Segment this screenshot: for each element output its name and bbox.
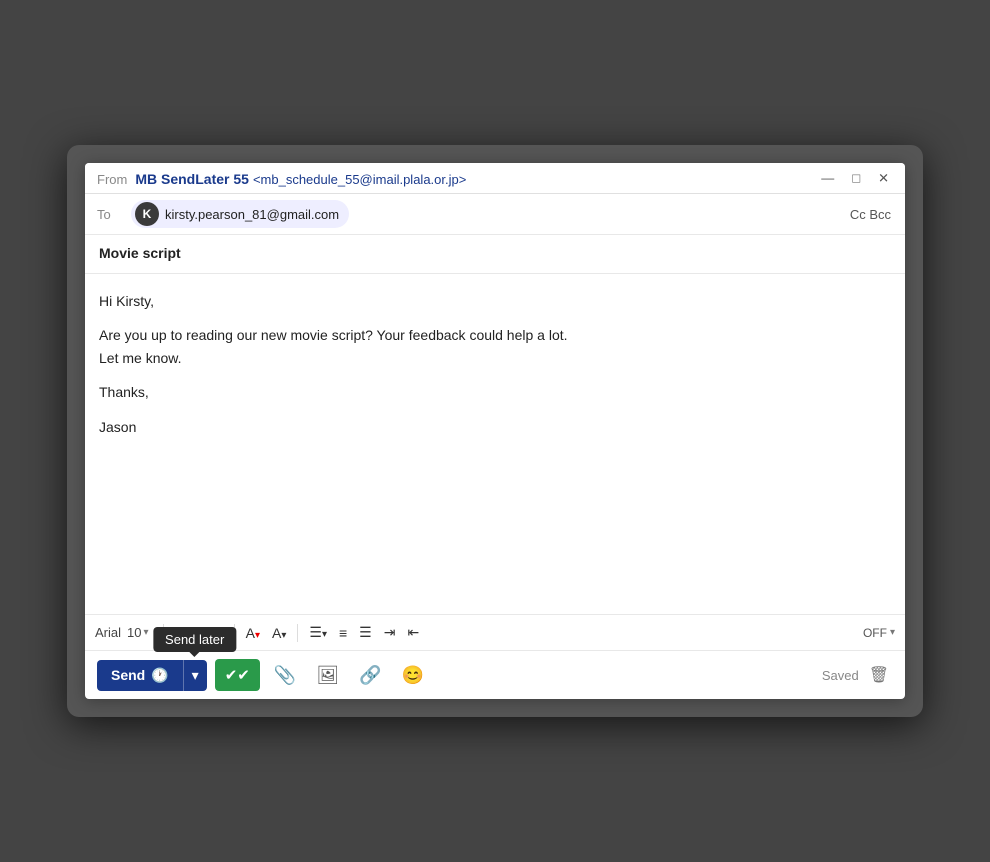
font-size-selector[interactable]: 10 ▾ xyxy=(127,625,149,640)
sender-name: MB SendLater 55 xyxy=(135,171,249,187)
saved-status: Saved 🗑 xyxy=(822,661,893,689)
title-bar: From MB SendLater 55 <mb_schedule_55@ima… xyxy=(85,163,905,194)
to-label: To xyxy=(97,207,121,222)
font-size-chevron: ▾ xyxy=(143,627,148,638)
link-button[interactable]: 🔗 xyxy=(353,661,387,690)
compose-window: From MB SendLater 55 <mb_schedule_55@ima… xyxy=(85,163,905,699)
emoji-button[interactable]: 😊 xyxy=(396,661,430,690)
image-button[interactable]: 🖼 xyxy=(310,661,345,690)
font-color-button[interactable]: A▾ xyxy=(241,622,265,644)
ordered-list-button[interactable]: ≡ xyxy=(334,622,352,644)
bold-button[interactable]: B xyxy=(170,622,190,644)
send-later-container: ▾ Send later xyxy=(183,660,207,691)
close-button[interactable]: ✕ xyxy=(874,170,893,187)
from-label: From xyxy=(97,172,127,187)
font-name: Arial xyxy=(95,625,121,640)
bottom-bar: Send 🕐 ▾ Send later ✔✔ 📎 🖼 🔗 😊 Saved 🗑 xyxy=(85,650,905,699)
body-signature: Jason xyxy=(99,416,891,438)
outdent-button[interactable]: ⇤ xyxy=(402,621,424,644)
font-size-value: 10 xyxy=(127,625,141,640)
delete-button[interactable]: 🗑 xyxy=(865,661,893,689)
italic-button[interactable]: I xyxy=(192,622,206,644)
body-greeting: Hi Kirsty, xyxy=(99,290,891,312)
avatar: K xyxy=(135,202,159,226)
email-body[interactable]: Hi Kirsty, Are you up to reading our new… xyxy=(85,274,905,614)
recipient-email: kirsty.pearson_81@gmail.com xyxy=(165,207,339,222)
underline-button[interactable]: U xyxy=(208,622,228,644)
body-line2: Let me know. xyxy=(99,350,182,366)
cc-bcc-button[interactable]: Cc Bcc xyxy=(850,207,891,222)
maximize-button[interactable]: □ xyxy=(848,170,864,187)
off-toggle[interactable]: OFF ▾ xyxy=(863,626,895,640)
body-closing: Thanks, xyxy=(99,381,891,403)
subject-row: Movie script xyxy=(85,235,905,274)
unordered-list-button[interactable]: ☰ xyxy=(354,621,377,644)
off-label: OFF xyxy=(863,626,887,640)
window-controls: — □ ✕ xyxy=(817,170,893,187)
double-check-button[interactable]: ✔✔ xyxy=(215,659,260,691)
separator-2 xyxy=(234,624,235,642)
attach-button[interactable]: 📎 xyxy=(268,661,302,690)
send-button[interactable]: Send 🕐 xyxy=(97,660,183,691)
formatting-toolbar: Arial 10 ▾ B I U A▾ A▾ ☰▾ ≡ ☰ ⇥ ⇤ OFF xyxy=(85,614,905,650)
recipient-chip[interactable]: K kirsty.pearson_81@gmail.com xyxy=(131,200,349,228)
highlight-button[interactable]: A▾ xyxy=(267,622,291,644)
sender-email: <mb_schedule_55@imail.plala.or.jp> xyxy=(253,172,466,187)
send-later-button[interactable]: ▾ xyxy=(183,660,207,691)
off-chevron: ▾ xyxy=(890,627,895,638)
subject-text: Movie script xyxy=(99,245,181,261)
clock-icon: 🕐 xyxy=(151,667,168,684)
send-label: Send xyxy=(111,667,145,683)
body-content: Are you up to reading our new movie scri… xyxy=(99,324,891,369)
separator-3 xyxy=(297,624,298,642)
minimize-button[interactable]: — xyxy=(817,170,838,187)
separator-1 xyxy=(163,624,164,642)
body-line1: Are you up to reading our new movie scri… xyxy=(99,327,568,343)
align-button[interactable]: ☰▾ xyxy=(304,621,332,644)
to-row: To K kirsty.pearson_81@gmail.com Cc Bcc xyxy=(85,194,905,235)
saved-label: Saved xyxy=(822,668,859,683)
send-group: Send 🕐 ▾ Send later xyxy=(97,660,207,691)
indent-button[interactable]: ⇥ xyxy=(379,621,401,644)
